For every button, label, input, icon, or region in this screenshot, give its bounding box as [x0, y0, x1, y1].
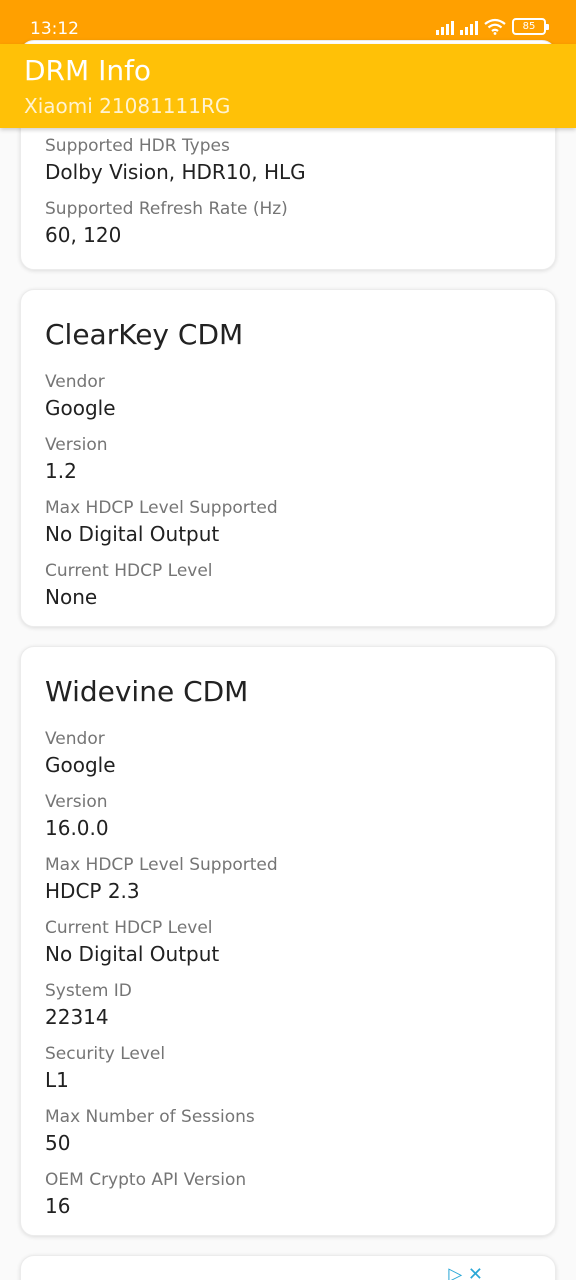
field-value: Google: [45, 753, 116, 777]
ad-controls: ▷ ✕: [448, 1264, 483, 1280]
field-value: 1.2: [45, 459, 77, 483]
field-value: 16.0.0: [45, 816, 109, 840]
app-bar: DRM Info Xiaomi 21081111RG: [0, 44, 576, 128]
field-label: OEM Crypto API Version: [45, 1170, 247, 1190]
field-label: Max HDCP Level Supported: [45, 855, 278, 875]
widevine-cdm-card: Widevine CDM Vendor Google Version 16.0.…: [20, 646, 556, 1236]
status-icons: 85: [436, 18, 549, 35]
card-title: Widevine CDM: [45, 675, 249, 708]
field-label: Current HDCP Level: [45, 561, 213, 581]
field-label: Max Number of Sessions: [45, 1107, 255, 1127]
field-label: Vendor: [45, 372, 105, 392]
field-value: L1: [45, 1068, 69, 1092]
field-value: 16: [45, 1194, 71, 1218]
field-label: Security Level: [45, 1044, 166, 1064]
field-label: Max HDCP Level Supported: [45, 498, 278, 518]
field-label: System ID: [45, 981, 132, 1001]
field-value: HDCP 2.3: [45, 879, 140, 903]
ad-choices-icon[interactable]: ▷: [448, 1264, 462, 1280]
field-value: 22314: [45, 1005, 109, 1029]
signal-bars-icon: [460, 19, 478, 35]
ad-banner[interactable]: ▷ ✕: [20, 1255, 556, 1280]
field-value: Google: [45, 396, 116, 420]
battery-level: 85: [522, 21, 536, 32]
status-time: 13:12: [30, 19, 79, 39]
field-value: No Digital Output: [45, 522, 220, 546]
field-label: Version: [45, 435, 108, 455]
field-label: Supported HDR Types: [45, 136, 230, 156]
field-label: Vendor: [45, 729, 105, 749]
field-label: Current HDCP Level: [45, 918, 213, 938]
wifi-icon: [484, 18, 506, 35]
battery-icon: 85: [512, 18, 549, 35]
field-label: Version: [45, 792, 108, 812]
field-value: None: [45, 585, 98, 609]
clearkey-cdm-card: ClearKey CDM Vendor Google Version 1.2 M…: [20, 289, 556, 627]
card-title: ClearKey CDM: [45, 318, 244, 351]
signal-bars-icon: [436, 19, 454, 35]
close-icon[interactable]: ✕: [468, 1264, 483, 1280]
field-value: Dolby Vision, HDR10, HLG: [45, 160, 306, 184]
field-value: No Digital Output: [45, 942, 220, 966]
field-label: Supported Refresh Rate (Hz): [45, 199, 288, 219]
device-subtitle: Xiaomi 21081111RG: [24, 94, 231, 118]
app-title: DRM Info: [24, 54, 152, 87]
field-value: 50: [45, 1131, 71, 1155]
status-bar: 13:12 85: [0, 0, 576, 44]
field-value: 60, 120: [45, 223, 122, 247]
